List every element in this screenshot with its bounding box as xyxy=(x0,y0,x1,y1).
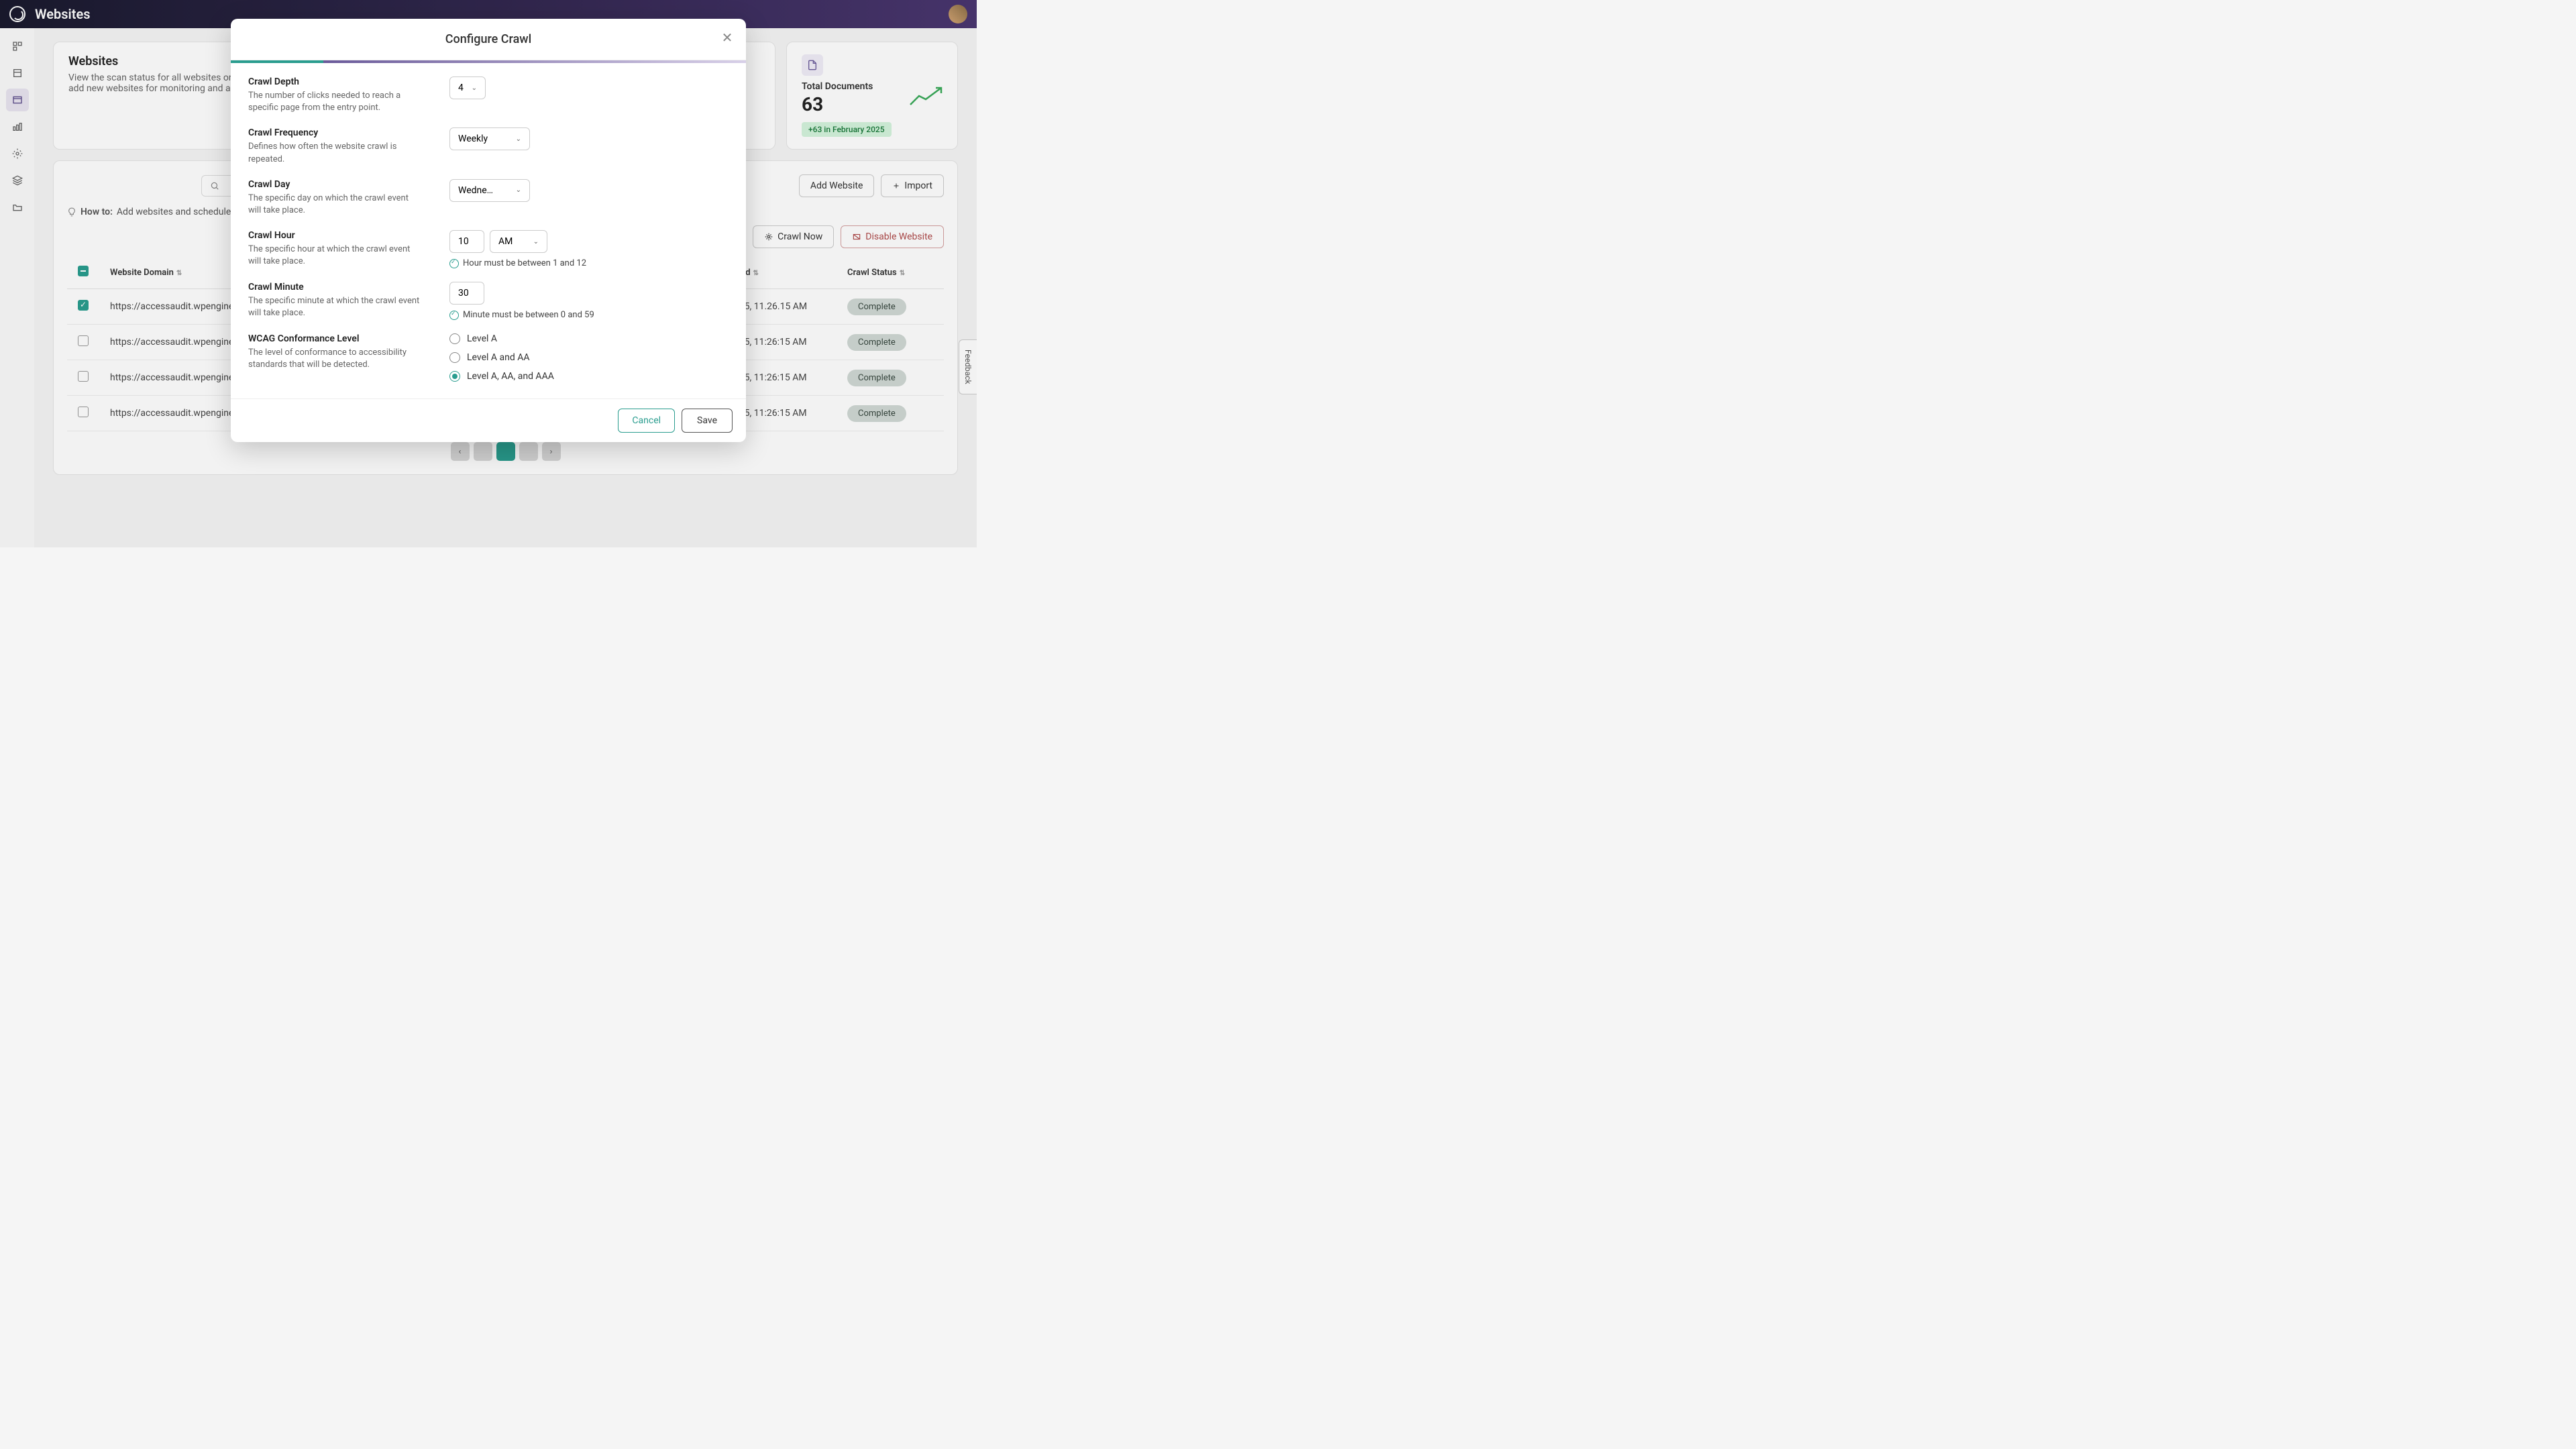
check-circle-icon xyxy=(449,311,459,320)
modal-title: Configure Crawl xyxy=(244,32,733,46)
wcag-option-aa[interactable]: Level A and AA xyxy=(449,352,729,363)
crawl-minute-desc: The specific minute at which the crawl e… xyxy=(248,295,423,319)
radio-icon xyxy=(449,352,460,363)
crawl-depth-desc: The number of clicks needed to reach a s… xyxy=(248,90,423,114)
radio-icon xyxy=(449,333,460,344)
crawl-hour-desc: The specific hour at which the crawl eve… xyxy=(248,244,423,268)
save-button[interactable]: Save xyxy=(682,409,733,433)
chevron-down-icon: ⌄ xyxy=(472,85,477,92)
crawl-frequency-label: Crawl Frequency xyxy=(248,127,423,138)
wcag-desc: The level of conformance to accessibilit… xyxy=(248,347,423,371)
crawl-day-select[interactable]: Wedne…⌄ xyxy=(449,179,530,202)
crawl-frequency-select[interactable]: Weekly⌄ xyxy=(449,127,530,150)
cancel-button[interactable]: Cancel xyxy=(618,409,675,433)
chevron-down-icon: ⌄ xyxy=(533,238,539,246)
wcag-option-a[interactable]: Level A xyxy=(449,333,729,344)
crawl-depth-label: Crawl Depth xyxy=(248,76,423,87)
chevron-down-icon: ⌄ xyxy=(516,136,521,143)
crawl-hour-input[interactable]: 10 xyxy=(449,230,484,253)
ampm-select[interactable]: AM⌄ xyxy=(490,230,547,253)
crawl-hour-label: Crawl Hour xyxy=(248,230,423,241)
wcag-option-aaa[interactable]: Level A, AA, and AAA xyxy=(449,371,729,382)
crawl-minute-label: Crawl Minute xyxy=(248,282,423,292)
hour-hint: Hour must be between 1 and 12 xyxy=(463,258,586,268)
crawl-depth-select[interactable]: 4⌄ xyxy=(449,76,486,99)
check-circle-icon xyxy=(449,259,459,268)
crawl-minute-input[interactable]: 30 xyxy=(449,282,484,305)
close-icon[interactable]: ✕ xyxy=(719,30,735,46)
minute-hint: Minute must be between 0 and 59 xyxy=(463,310,594,320)
chevron-down-icon: ⌄ xyxy=(516,186,521,194)
crawl-day-label: Crawl Day xyxy=(248,179,423,190)
modal-overlay: Configure Crawl ✕ Crawl Depth The number… xyxy=(0,0,977,547)
crawl-frequency-desc: Defines how often the website crawl is r… xyxy=(248,141,423,165)
wcag-label: WCAG Conformance Level xyxy=(248,333,423,344)
crawl-day-desc: The specific day on which the crawl even… xyxy=(248,193,423,217)
configure-crawl-modal: Configure Crawl ✕ Crawl Depth The number… xyxy=(231,19,746,442)
radio-selected-icon xyxy=(449,371,460,382)
